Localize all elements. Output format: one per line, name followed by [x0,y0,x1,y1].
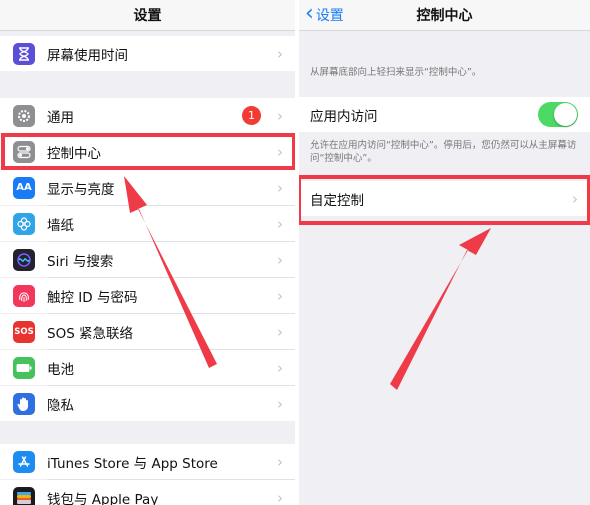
row-label: 显示与亮度 [47,181,115,198]
in-app-access-row: 应用内访问 [299,97,590,132]
row-label: 墙纸 [47,217,74,234]
settings-row-screen-time[interactable]: 屏幕使用时间 › [0,36,295,71]
chevron-right-icon: › [277,452,283,471]
text-size-icon: AA [13,176,35,199]
settings-row-app-store[interactable]: iTunes Store 与 App Store › [0,444,295,479]
row-label: Siri 与搜索 [47,253,114,270]
chevron-right-icon: › [277,322,283,341]
hand-icon [13,392,35,415]
settings-row-general[interactable]: 通用 1 › [0,98,295,133]
chevron-right-icon: › [277,178,283,197]
settings-row-control-center[interactable]: 控制中心 › [0,134,295,169]
in-app-access-toggle[interactable] [538,102,578,127]
chevron-left-icon: ‹ [305,1,314,26]
swipe-hint-text: 从屏幕底部向上轻扫来显示“控制中心”。 [310,67,482,78]
chevron-right-icon: › [277,394,283,413]
in-app-access-description: 允许在应用内访问“控制中心”。停用后，您仍然可以从主屏幕访问“控制中心”。 [310,140,577,164]
settings-navbar: 设置 [0,0,295,31]
row-label: 通用 [47,109,74,126]
wallet-icon [13,486,35,505]
back-button[interactable]: ‹ 设置 [305,0,344,30]
settings-row-privacy[interactable]: 隐私 › [0,386,295,421]
chevron-right-icon: › [572,189,578,208]
hourglass-icon [13,42,35,65]
row-label: iTunes Store 与 App Store [47,455,218,472]
page-title: 设置 [133,8,162,24]
chevron-right-icon: › [277,286,283,305]
row-label: 隐私 [47,397,74,414]
row-label: 控制中心 [47,145,101,162]
settings-row-siri[interactable]: Siri 与搜索 › [0,242,295,277]
sos-icon: SOS [13,320,35,343]
row-label: 屏幕使用时间 [47,47,128,64]
settings-row-battery[interactable]: 电池 › [0,350,295,385]
chevron-right-icon: › [277,142,283,161]
app-store-icon [13,450,35,473]
battery-icon [13,356,35,379]
settings-panel: 设置 屏幕使用时间 › 通用 1 › 控制中心 › AA 显示与亮度 › 墙纸 … [0,0,295,505]
flower-icon [13,212,35,235]
settings-row-wallpaper[interactable]: 墙纸 › [0,206,295,241]
row-label: 触控 ID 与密码 [47,289,138,306]
chevron-right-icon: › [277,214,283,233]
notification-badge: 1 [242,106,261,125]
fingerprint-icon [13,284,35,307]
in-app-access-label: 应用内访问 [310,108,378,125]
gear-icon [13,104,35,127]
settings-row-wallet[interactable]: 钱包与 Apple Pay › [0,480,295,505]
chevron-right-icon: › [277,106,283,125]
settings-row-display[interactable]: AA 显示与亮度 › [0,170,295,205]
row-label: 钱包与 Apple Pay [47,491,159,505]
control-center-navbar: ‹ 设置 控制中心 [299,0,590,31]
chevron-right-icon: › [277,358,283,377]
row-label: 电池 [47,361,74,378]
settings-row-sos[interactable]: SOS SOS 紧急联络 › [0,314,295,349]
chevron-right-icon: › [277,250,283,269]
toggle-knob [554,103,577,126]
row-label: SOS 紧急联络 [47,325,134,342]
chevron-right-icon: › [277,488,283,505]
page-title: 控制中心 [416,8,473,24]
customize-controls-row[interactable]: 自定控制 › [299,181,590,216]
chevron-right-icon: › [277,44,283,63]
customize-controls-label: 自定控制 [310,192,364,209]
control-center-panel: ‹ 设置 控制中心 从屏幕底部向上轻扫来显示“控制中心”。 应用内访问 允许在应… [299,0,590,505]
toggles-icon [13,140,35,163]
siri-icon [13,248,35,271]
back-label: 设置 [315,8,344,24]
settings-row-touch-id[interactable]: 触控 ID 与密码 › [0,278,295,313]
